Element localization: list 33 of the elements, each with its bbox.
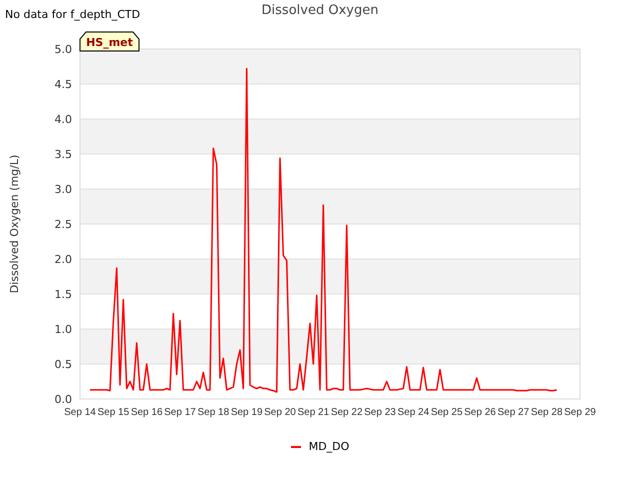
y-axis-label: Dissolved Oxygen (mg/L) xyxy=(8,154,21,294)
annotation: HS_met xyxy=(86,36,133,49)
x-tick-label: Sep 25 xyxy=(430,407,463,418)
x-tick-label: Sep 29 xyxy=(564,407,596,418)
x-tick-label: Sep 23 xyxy=(364,407,396,418)
x-tick-label: Sep 28 xyxy=(530,407,563,418)
x-tick-label: Sep 18 xyxy=(197,407,230,418)
y-tick-label: 2.5 xyxy=(54,218,72,231)
x-tick-label: Sep 20 xyxy=(264,407,296,418)
y-tick-label: 3.5 xyxy=(54,148,72,161)
y-tick-label: 2.0 xyxy=(54,253,72,266)
y-tick-label: 5.0 xyxy=(54,43,72,56)
x-tick-label: Sep 17 xyxy=(164,407,196,418)
x-tick-label: Sep 27 xyxy=(497,407,530,418)
y-tick-label: 1.5 xyxy=(54,288,72,301)
x-tick-label: Sep 24 xyxy=(397,407,430,418)
x-tick-label: Sep 26 xyxy=(464,407,496,418)
y-tick-label: 4.0 xyxy=(54,113,72,126)
y-tick-label: 0.5 xyxy=(54,358,72,371)
x-tick-label: Sep 14 xyxy=(64,407,96,418)
y-tick-label: 0.0 xyxy=(54,393,72,406)
chart-title: Dissolved Oxygen xyxy=(262,3,378,18)
x-tick-label: Sep 15 xyxy=(97,407,130,418)
station-tag: HS_met xyxy=(80,32,140,52)
x-tick-label: Sep 19 xyxy=(230,407,263,418)
no-data-notice: No data for f_depth_CTD xyxy=(5,8,140,21)
x-tick-label: Sep 22 xyxy=(330,407,363,418)
y-tick-label: 4.5 xyxy=(54,78,72,91)
x-tick-label: Sep 16 xyxy=(130,407,163,418)
y-tick-label: 1.0 xyxy=(54,323,72,336)
x-tick-label: Sep 21 xyxy=(297,407,330,418)
y-tick-label: 3.0 xyxy=(54,183,72,196)
legend-label: MD_DO xyxy=(308,440,350,453)
